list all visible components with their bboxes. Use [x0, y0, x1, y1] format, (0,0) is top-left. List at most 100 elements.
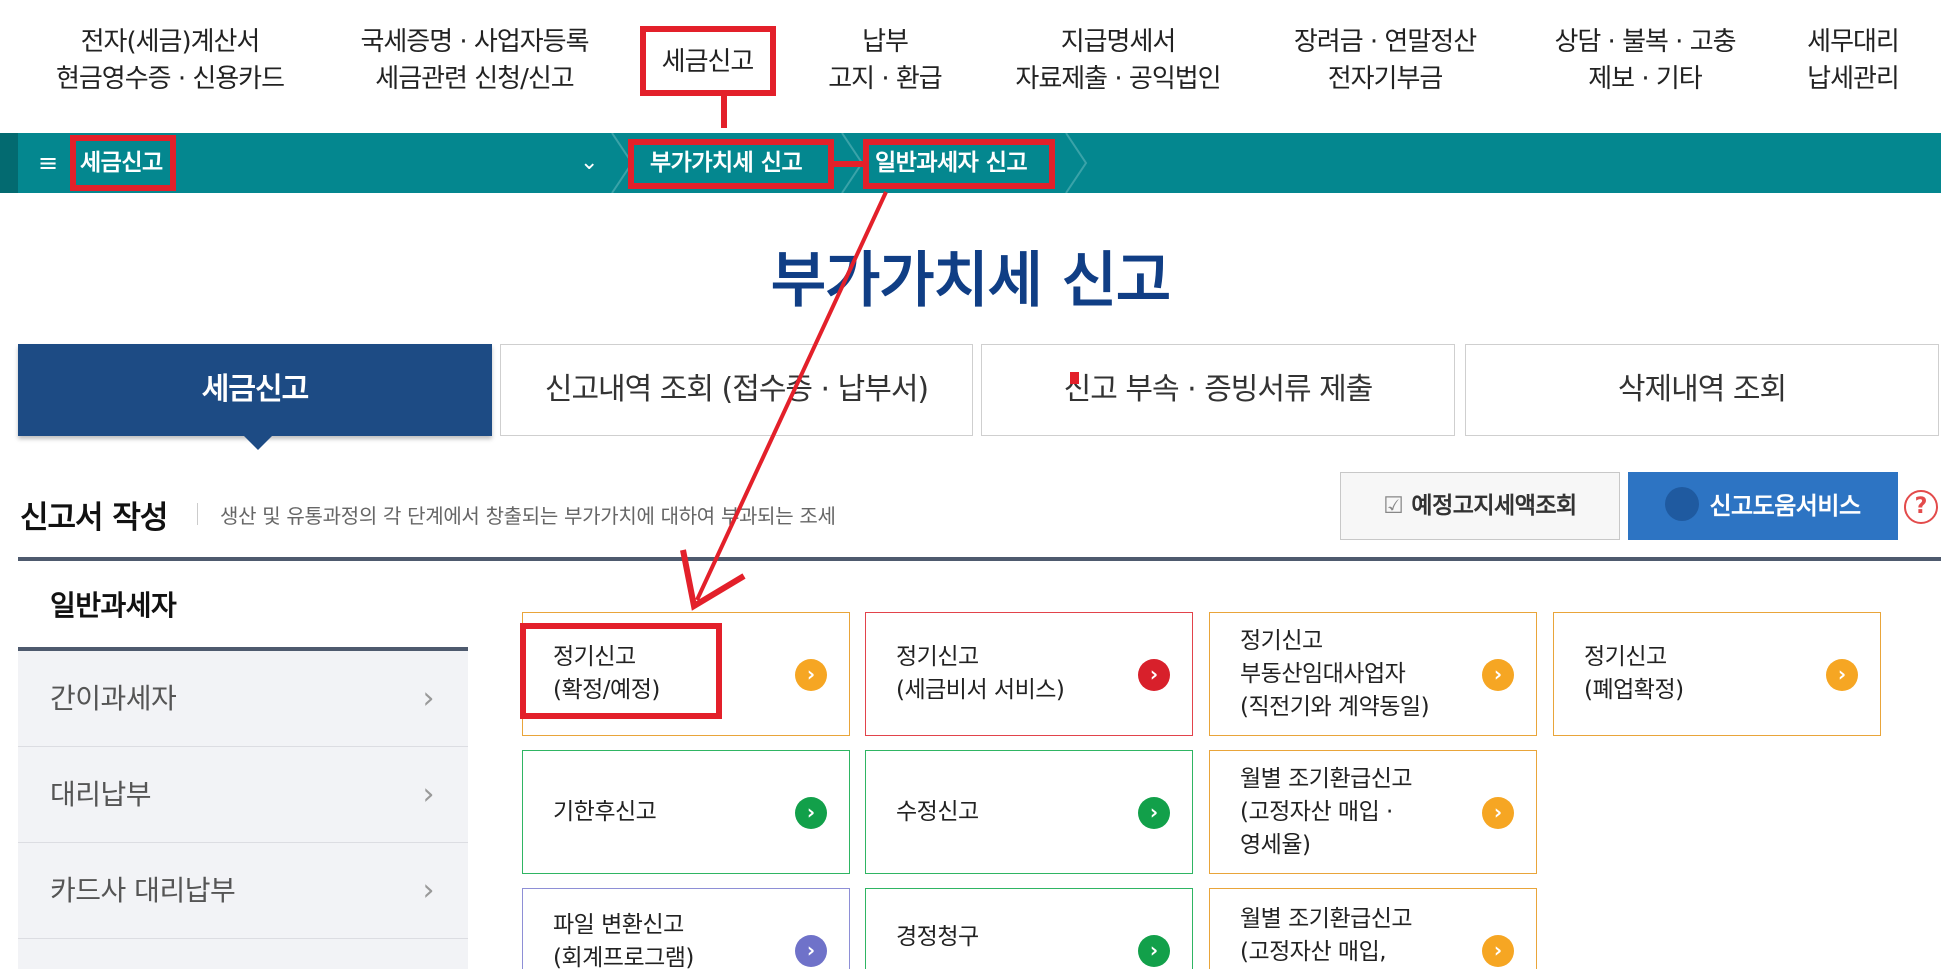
nav-item-line2: 전자기부금 — [1327, 64, 1444, 94]
nav-item-line1: 납부 — [862, 27, 909, 57]
card-line: 월별 조기환급신고 — [1240, 906, 1413, 932]
page-title: 부가가치세 신고 — [770, 246, 1171, 316]
chevron-right-icon: › — [795, 935, 827, 967]
card-line: 기한후신고 — [553, 798, 657, 825]
card-label: 월별 조기환급신고 (고정자산 매입 · 영세율) — [1240, 751, 1413, 873]
card-claim-correction[interactable]: 경정청구 › — [865, 888, 1193, 969]
card-amended-filing[interactable]: 수정신고 › — [865, 750, 1193, 874]
breadcrumb-strip — [0, 133, 18, 193]
nav-item-e-invoice[interactable]: 전자(세금)계산서 현금영수증 · 신용카드 — [50, 24, 290, 98]
card-line: 정기신고 — [1240, 627, 1323, 654]
nav-item-line2: 세금관련 신청/신고 — [375, 64, 574, 94]
sidebar-item-general[interactable]: 일반과세자 — [18, 561, 468, 651]
sidebar-item-proxy-payment[interactable]: 대리납부 › — [18, 747, 468, 843]
chevron-right-icon: › — [1138, 935, 1170, 967]
card-line: 영세율) — [1240, 831, 1311, 858]
annotation-box-card — [520, 623, 722, 719]
nav-item-line1: 지급명세서 — [1060, 27, 1177, 57]
section-title: 신고서 작성 — [20, 500, 168, 536]
card-regular-filing-secretary[interactable]: 정기신고 (세금비서 서비스) › — [865, 612, 1193, 736]
chevron-right-icon: › — [1826, 659, 1858, 691]
card-line: (폐업확정) — [1584, 677, 1684, 703]
annotation-box-nav — [640, 26, 776, 96]
sidebar-item-label: 간이과세자 — [50, 682, 177, 715]
help-icon[interactable]: ? — [1904, 490, 1938, 524]
card-label: 파일 변환신고 (회계프로그램) — [553, 909, 694, 969]
card-label: 정기신고 (폐업확정) — [1584, 613, 1684, 735]
card-regular-filing-closure[interactable]: 정기신고 (폐업확정) › — [1553, 612, 1881, 736]
sidebar-item-partial — [18, 939, 468, 969]
chevron-right-icon: › — [422, 681, 435, 716]
card-label: 월별 조기환급신고 (고정자산 매입, — [1240, 903, 1413, 969]
help-service-button[interactable]: 신고도움서비스 — [1628, 472, 1898, 540]
nav-item-line1: 장려금 · 연말정산 — [1293, 27, 1477, 57]
card-monthly-early-refund-2[interactable]: 월별 조기환급신고 (고정자산 매입, › — [1209, 888, 1537, 969]
card-label: 경정청구 — [896, 921, 979, 954]
checkbox-icon: ☑ — [1383, 493, 1404, 519]
sidebar-item-label: 대리납부 — [50, 778, 152, 811]
sidebar-item-card-proxy-payment[interactable]: 카드사 대리납부 › — [18, 843, 468, 939]
tab-deleted-history[interactable]: 삭제내역 조회 — [1465, 344, 1939, 436]
card-label: 기한후신고 — [553, 751, 657, 873]
card-line: (고정자산 매입, — [1240, 939, 1387, 965]
card-regular-filing-real-estate[interactable]: 정기신고 부동산임대사업자 (직전기와 계약동일) › — [1209, 612, 1537, 736]
nav-item-line1: 전자(세금)계산서 — [80, 27, 261, 57]
nav-item-line1: 국세증명 · 사업자등록 — [360, 27, 589, 57]
card-label: 정기신고 부동산임대사업자 (직전기와 계약동일) — [1240, 613, 1430, 735]
section-divider — [197, 503, 198, 525]
card-line: 부동산임대사업자 — [1240, 660, 1406, 687]
chevron-right-icon: › — [1482, 935, 1514, 967]
tab-filing-history[interactable]: 신고내역 조회 (접수증 · 납부서) — [500, 344, 973, 436]
nav-item-line2: 현금영수증 · 신용카드 — [55, 64, 285, 94]
tab-attachments[interactable]: 신고 부속 · 증빙서류 제출 — [981, 344, 1455, 436]
card-file-conversion[interactable]: 파일 변환신고 (회계프로그램) › — [522, 888, 850, 969]
card-line: (직전기와 계약동일) — [1240, 693, 1430, 720]
annotation-box-root — [70, 135, 176, 191]
card-line: 정기신고 — [1584, 644, 1667, 670]
card-monthly-early-refund[interactable]: 월별 조기환급신고 (고정자산 매입 · 영세율) › — [1209, 750, 1537, 874]
hamburger-icon[interactable]: ≡ — [38, 133, 58, 193]
estimate-lookup-label: 예정고지세액조회 — [1411, 493, 1577, 519]
card-line: (고정자산 매입 · — [1240, 798, 1393, 825]
breadcrumb-separator — [1065, 133, 1088, 193]
nav-item-payment[interactable]: 납부 고지 · 환급 — [810, 24, 960, 98]
section-description: 생산 및 유통과정의 각 단계에서 창출되는 부가가치에 대하여 부과되는 조세 — [220, 504, 836, 528]
book-icon — [1665, 487, 1700, 521]
card-late-filing[interactable]: 기한후신고 › — [522, 750, 850, 874]
nav-item-payment-statements[interactable]: 지급명세서 자료제출 · 공익법인 — [1003, 24, 1233, 98]
card-label: 수정신고 — [896, 751, 979, 873]
nav-item-line2: 고지 · 환급 — [828, 64, 942, 94]
chevron-down-icon[interactable]: ⌄ — [580, 133, 598, 193]
card-line: (회계프로그램) — [553, 945, 694, 969]
chevron-right-icon: › — [1138, 659, 1170, 691]
card-line: 경정청구 — [896, 924, 979, 950]
sidebar-item-simplified[interactable]: 간이과세자 › — [18, 651, 468, 747]
tab-active-pointer — [242, 434, 274, 450]
estimate-lookup-button[interactable]: ☑ 예정고지세액조회 — [1340, 472, 1620, 540]
chevron-right-icon: › — [795, 797, 827, 829]
nav-item-certificates[interactable]: 국세증명 · 사업자등록 세금관련 신청/신고 — [352, 24, 597, 98]
nav-item-consultation[interactable]: 상담 · 불복 · 고충 제보 · 기타 — [1540, 24, 1750, 98]
card-label: 정기신고 (세금비서 서비스) — [896, 613, 1065, 735]
nav-item-line2: 자료제출 · 공익법인 — [1015, 64, 1221, 94]
chevron-right-icon: › — [1482, 797, 1514, 829]
nav-item-line1: 상담 · 불복 · 고충 — [1554, 27, 1736, 57]
chevron-right-icon: › — [1482, 659, 1514, 691]
chevron-right-icon: › — [1138, 797, 1170, 829]
card-line: 정기신고 — [896, 644, 979, 670]
card-line: (세금비서 서비스) — [896, 677, 1065, 703]
nav-item-line2: 납세관리 — [1807, 64, 1900, 94]
chevron-right-icon: › — [422, 873, 435, 908]
nav-item-line1: 세무대리 — [1807, 27, 1900, 57]
nav-item-line2: 제보 · 기타 — [1588, 64, 1702, 94]
chevron-right-icon: › — [795, 659, 827, 691]
annotation-box-level1 — [628, 139, 834, 189]
sidebar-item-label: 일반과세자 — [50, 589, 177, 622]
nav-item-tax-agent[interactable]: 세무대리 납세관리 — [1793, 24, 1913, 98]
card-line: 파일 변환신고 — [553, 912, 684, 938]
chevron-right-icon: › — [422, 777, 435, 812]
help-service-label: 신고도움서비스 — [1709, 492, 1861, 520]
sidebar-item-label: 카드사 대리납부 — [50, 874, 236, 907]
tab-tax-filing[interactable]: 세금신고 — [18, 344, 492, 436]
nav-item-incentives[interactable]: 장려금 · 연말정산 전자기부금 — [1285, 24, 1485, 98]
